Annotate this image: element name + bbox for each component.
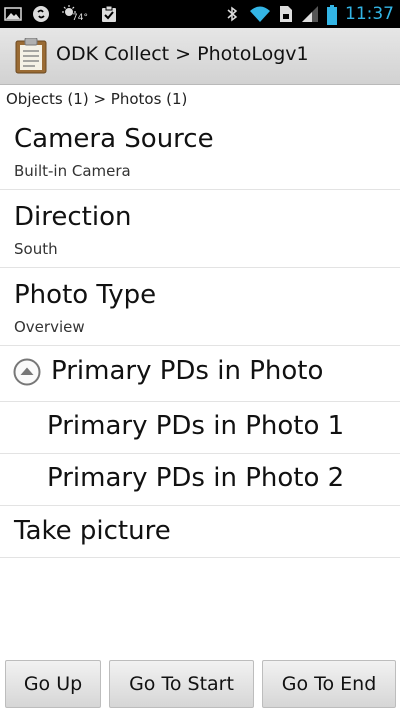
temperature-text: 74°	[72, 13, 88, 23]
prompt-take-picture[interactable]: Take picture	[0, 506, 400, 558]
repeat-item[interactable]: Primary PDs in Photo 2	[0, 454, 400, 506]
prompt-photo-type[interactable]: Photo Type Overview	[0, 268, 400, 346]
clipboard-icon	[15, 37, 47, 74]
go-up-button[interactable]: Go Up	[5, 660, 101, 708]
bluetooth-icon	[223, 5, 241, 23]
sim-icon	[279, 5, 293, 23]
battery-icon	[327, 5, 337, 25]
navigation-buttons: Go Up Go To Start Go To End	[0, 660, 400, 708]
repeat-item[interactable]: Primary PDs in Photo 1	[0, 402, 400, 454]
group-label: Primary PDs in Photo	[51, 356, 324, 386]
prompt-answer: Overview	[14, 318, 85, 336]
prompt-label: Photo Type	[14, 280, 157, 310]
form-hierarchy-list: Camera Source Built-in Camera Direction …	[0, 112, 400, 558]
prompt-label: Take picture	[14, 516, 171, 546]
repeat-label: Primary PDs in Photo 1	[47, 411, 345, 441]
prompt-camera-source[interactable]: Camera Source Built-in Camera	[0, 112, 400, 190]
weather-icon: 74°	[60, 5, 88, 23]
wifi-icon	[249, 5, 271, 23]
gallery-icon	[4, 5, 22, 23]
prompt-label: Camera Source	[14, 124, 214, 154]
shazam-icon	[32, 5, 50, 23]
signal-icon	[301, 5, 319, 23]
clipboard-check-icon	[100, 5, 118, 23]
app-title: ODK Collect > PhotoLogv1	[56, 43, 309, 65]
repeat-label: Primary PDs in Photo 2	[47, 463, 345, 493]
group-primary-pds[interactable]: Primary PDs in Photo	[0, 346, 400, 402]
status-bar: 74° 11:37	[0, 0, 400, 28]
collapse-up-icon[interactable]	[13, 358, 41, 386]
breadcrumb: Objects (1) > Photos (1)	[6, 90, 188, 108]
notification-icons: 74°	[4, 4, 118, 24]
system-icons: 11:37	[223, 3, 394, 25]
prompt-answer: Built-in Camera	[14, 162, 131, 180]
clock-text: 11:37	[345, 4, 394, 24]
prompt-label: Direction	[14, 202, 132, 232]
go-to-start-button[interactable]: Go To Start	[109, 660, 254, 708]
go-to-end-button[interactable]: Go To End	[262, 660, 396, 708]
title-bar: ODK Collect > PhotoLogv1	[0, 28, 400, 85]
prompt-direction[interactable]: Direction South	[0, 190, 400, 268]
prompt-answer: South	[14, 240, 58, 258]
